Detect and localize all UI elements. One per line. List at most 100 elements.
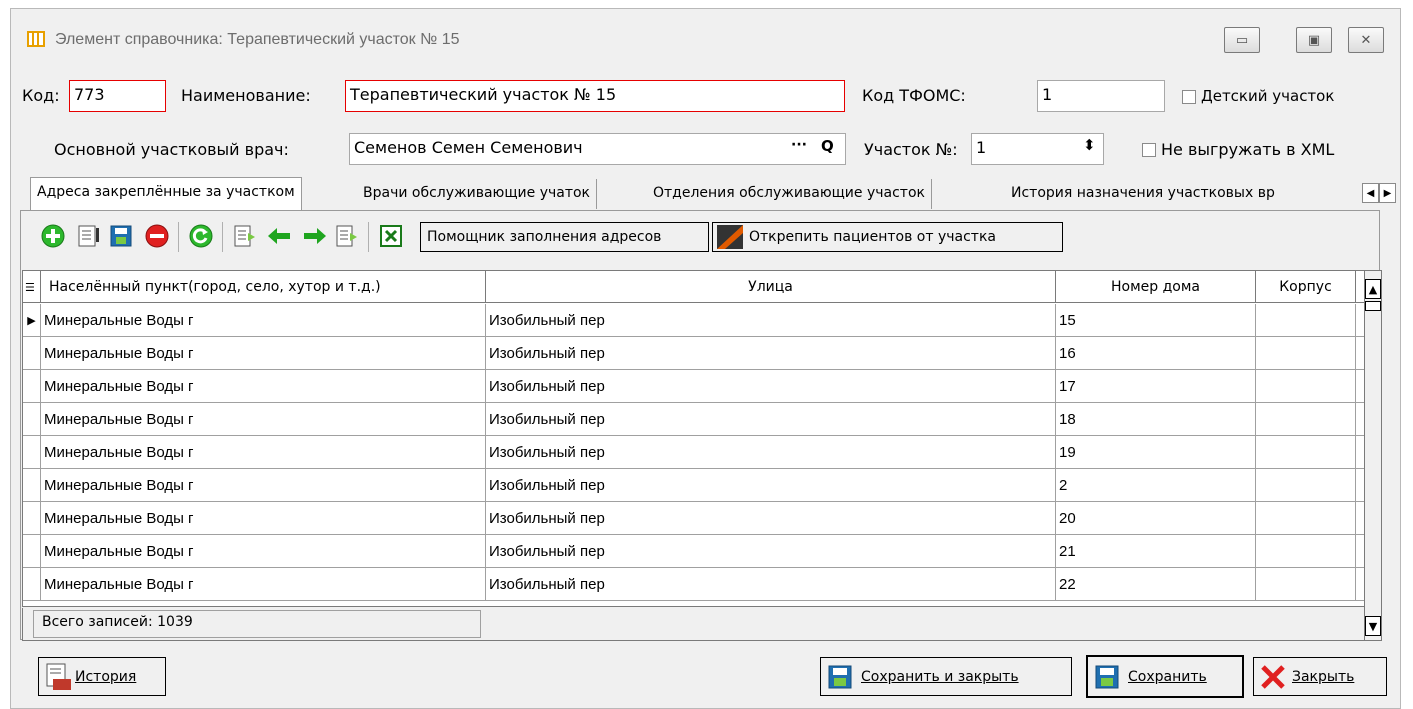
save-button[interactable]: Сохранить (1086, 655, 1244, 698)
minimize-button[interactable]: ▭ (1224, 27, 1260, 53)
save-and-close-button[interactable]: Сохранить и закрыть (820, 657, 1072, 696)
column-header-street[interactable]: Улица (486, 271, 1056, 303)
search-icon[interactable]: Q (821, 137, 834, 155)
scroll-thumb[interactable] (1365, 301, 1381, 311)
tfoms-field[interactable]: 1 (1037, 80, 1165, 112)
cell-street[interactable]: Изобильный пер (486, 502, 1056, 534)
cell-house[interactable]: 20 (1056, 502, 1256, 534)
cell-house[interactable]: 22 (1056, 568, 1256, 600)
add-icon[interactable] (40, 223, 66, 249)
delete-icon[interactable] (144, 223, 170, 249)
table-row[interactable]: Минеральные Воды г Изобильный пер 21 (23, 535, 1367, 568)
code-field[interactable]: 773 (69, 80, 166, 112)
cell-street[interactable]: Изобильный пер (486, 403, 1056, 435)
column-chooser-icon[interactable]: ☰ (23, 271, 41, 303)
table-scrollbar[interactable]: ▲ ▼ (1364, 270, 1382, 641)
cell-building[interactable] (1256, 568, 1356, 600)
detach-label: Открепить пациентов от участка (749, 229, 996, 245)
refresh-icon[interactable] (188, 223, 214, 249)
cell-street[interactable]: Изобильный пер (486, 337, 1056, 369)
tab-addresses[interactable]: Адреса закреплённые за участком (30, 177, 302, 210)
cell-house[interactable]: 19 (1056, 436, 1256, 468)
cell-house[interactable]: 21 (1056, 535, 1256, 567)
excel-icon[interactable] (378, 223, 404, 249)
cell-street[interactable]: Изобильный пер (486, 304, 1056, 336)
cell-house[interactable]: 17 (1056, 370, 1256, 402)
cell-street[interactable]: Изобильный пер (486, 436, 1056, 468)
row-indicator (23, 502, 41, 534)
cell-locality[interactable]: Минеральные Воды г (41, 535, 486, 567)
edit-icon[interactable] (76, 223, 102, 249)
table-row[interactable]: Минеральные Воды г Изобильный пер 17 (23, 370, 1367, 403)
cell-house[interactable]: 2 (1056, 469, 1256, 501)
history-button[interactable]: История (38, 657, 166, 696)
cell-locality[interactable]: Минеральные Воды г (41, 403, 486, 435)
column-header-house[interactable]: Номер дома (1056, 271, 1256, 303)
cell-building[interactable] (1256, 403, 1356, 435)
address-assistant-button[interactable]: Помощник заполнения адресов (420, 222, 709, 252)
arrow-left-icon[interactable] (266, 223, 292, 249)
cell-building[interactable] (1256, 469, 1356, 501)
cell-locality[interactable]: Минеральные Воды г (41, 337, 486, 369)
cell-house[interactable]: 15 (1056, 304, 1256, 336)
cell-street[interactable]: Изобильный пер (486, 535, 1056, 567)
close-button[interactable]: Закрыть (1253, 657, 1387, 696)
addresses-table[interactable]: ☰ Населённый пункт(город, село, хутор и … (22, 270, 1368, 607)
tab-scroll-left-icon[interactable]: ◀ (1362, 183, 1379, 203)
row-indicator (23, 535, 41, 567)
cell-building[interactable] (1256, 304, 1356, 336)
cell-building[interactable] (1256, 535, 1356, 567)
name-field[interactable]: Терапевтический участок № 15 (345, 80, 845, 112)
no-xml-checkbox[interactable] (1142, 143, 1156, 157)
table-row[interactable]: Минеральные Воды г Изобильный пер 16 (23, 337, 1367, 370)
table-row[interactable]: Минеральные Воды г Изобильный пер 22 (23, 568, 1367, 601)
row-indicator (23, 337, 41, 369)
close-window-button[interactable]: ✕ (1348, 27, 1384, 53)
detach-patients-button[interactable]: Открепить пациентов от участка (712, 222, 1063, 252)
district-value: 1 (976, 138, 987, 157)
cell-locality[interactable]: Минеральные Воды г (41, 502, 486, 534)
restore-button[interactable]: ▣ (1296, 27, 1332, 53)
scroll-down-icon[interactable]: ▼ (1365, 616, 1381, 636)
name-label: Наименование: (181, 86, 311, 105)
cell-locality[interactable]: Минеральные Воды г (41, 436, 486, 468)
cell-building[interactable] (1256, 370, 1356, 402)
table-row[interactable]: Минеральные Воды г Изобильный пер 20 (23, 502, 1367, 535)
column-header-locality[interactable]: Населённый пункт(город, село, хутор и т.… (41, 271, 486, 303)
table-row[interactable]: Минеральные Воды г Изобильный пер 18 (23, 403, 1367, 436)
ellipsis-button[interactable]: ··· (791, 137, 807, 153)
list-import-icon[interactable] (334, 223, 360, 249)
cell-street[interactable]: Изобильный пер (486, 469, 1056, 501)
scroll-up-icon[interactable]: ▲ (1365, 279, 1381, 299)
spin-icon[interactable]: ⬍ (1083, 136, 1096, 154)
tab-doctors[interactable]: Врачи обслуживающие учаток (357, 179, 598, 209)
table-row[interactable]: Минеральные Воды г Изобильный пер 2 (23, 469, 1367, 502)
doctor-field[interactable]: Семенов Семен Семенович (349, 133, 846, 165)
cell-locality[interactable]: Минеральные Воды г (41, 370, 486, 402)
cell-locality[interactable]: Минеральные Воды г (41, 304, 486, 336)
cell-building[interactable] (1256, 337, 1356, 369)
close-label: Закрыть (1292, 668, 1355, 685)
cell-locality[interactable]: Минеральные Воды г (41, 469, 486, 501)
cell-house[interactable]: 18 (1056, 403, 1256, 435)
arrow-right-icon[interactable] (302, 223, 328, 249)
row-indicator (23, 568, 41, 600)
cell-street[interactable]: Изобильный пер (486, 370, 1056, 402)
column-header-building[interactable]: Корпус (1256, 271, 1356, 303)
cell-street[interactable]: Изобильный пер (486, 568, 1056, 600)
cell-building[interactable] (1256, 436, 1356, 468)
tab-departments[interactable]: Отделения обслуживающие участок (647, 179, 932, 209)
table-row[interactable]: Минеральные Воды г Изобильный пер 19 (23, 436, 1367, 469)
cell-building[interactable] (1256, 502, 1356, 534)
cell-house[interactable]: 16 (1056, 337, 1256, 369)
tab-scroll-right-icon[interactable]: ▶ (1379, 183, 1396, 203)
list-export-icon[interactable] (232, 223, 258, 249)
log-icon (46, 663, 71, 690)
child-district-checkbox[interactable] (1182, 90, 1196, 104)
table-row[interactable]: ▶ Минеральные Воды г Изобильный пер 15 (23, 304, 1367, 337)
toolbar-separator (368, 222, 369, 252)
tab-history-doctors[interactable]: История назначения участковых вр (1005, 179, 1281, 209)
total-records: Всего записей: 1039 (33, 610, 481, 638)
save-doc-icon[interactable] (108, 223, 134, 249)
cell-locality[interactable]: Минеральные Воды г (41, 568, 486, 600)
